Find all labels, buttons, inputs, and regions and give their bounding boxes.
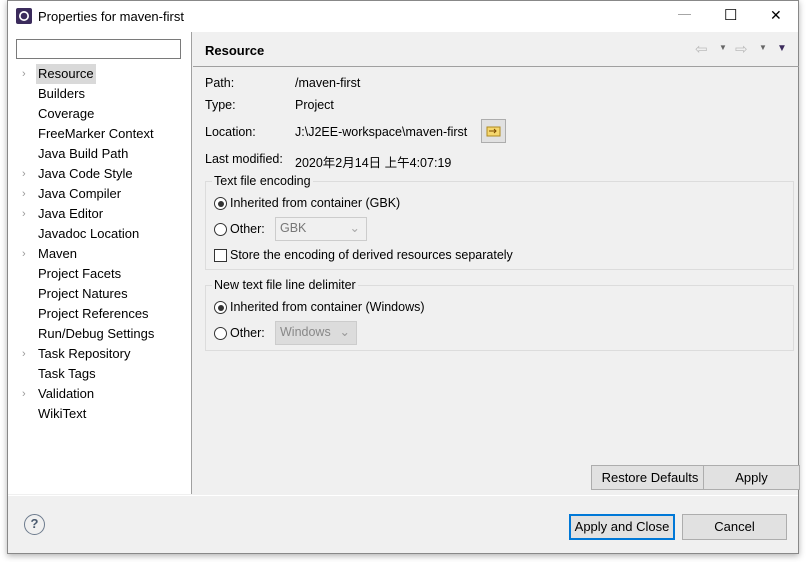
tree-item[interactable]: Coverage [36, 104, 96, 124]
view-menu-icon[interactable]: ▼ [777, 43, 787, 54]
encoding-other-radio[interactable] [214, 223, 227, 236]
encoding-other-label[interactable]: Other: [230, 222, 265, 236]
text-encoding-group: Text file encoding Inherited from contai… [205, 174, 794, 270]
expand-chevron-icon[interactable]: › [22, 384, 26, 404]
path-label: Path: [205, 76, 235, 90]
location-value: J:\J2EE-workspace\maven-first [295, 125, 468, 139]
tree-item[interactable]: Maven [36, 244, 79, 264]
expand-chevron-icon[interactable]: › [22, 244, 26, 264]
encoding-combo-value: GBK [280, 221, 307, 235]
encoding-combo[interactable]: GBK ⌄ [275, 217, 367, 241]
tree-item[interactable]: Java Code Style [36, 164, 135, 184]
preference-tree: › Resource Builders Coverage FreeMarker Cont… [8, 32, 192, 494]
delimiter-inherited-radio[interactable] [214, 301, 227, 314]
delimiter-other-radio[interactable] [214, 327, 227, 340]
expand-chevron-icon[interactable]: › [22, 64, 26, 84]
group-title: Text file encoding [212, 174, 313, 188]
type-label: Type: [205, 98, 236, 112]
filter-input[interactable] [16, 39, 181, 59]
tree-item[interactable]: Java Editor [36, 204, 105, 224]
tree-item[interactable]: Project Natures [36, 284, 130, 304]
last-modified-value: 2020年2月14日 上午4:07:19 [295, 156, 452, 170]
page-header: Resource ⇦ ▼ ⇨ ▼ ▼ [193, 32, 799, 67]
tree-item[interactable]: Task Tags [36, 364, 98, 384]
tree-item[interactable]: WikiText [36, 404, 88, 424]
apply-and-close-button[interactable]: Apply and Close [569, 514, 675, 540]
open-location-button[interactable] [481, 119, 506, 143]
tree-item[interactable]: Java Compiler [36, 184, 123, 204]
tree-item[interactable]: Validation [36, 384, 96, 404]
maximize-button[interactable]: ☐ [724, 6, 737, 24]
expand-chevron-icon[interactable]: › [22, 204, 26, 224]
apply-button[interactable]: Apply [703, 465, 800, 490]
group-title: New text file line delimiter [212, 278, 358, 292]
line-delimiter-group: New text file line delimiter Inherited f… [205, 278, 794, 351]
tree-item[interactable]: Project References [36, 304, 151, 324]
tree-item[interactable]: Project Facets [36, 264, 123, 284]
encoding-inherited-radio[interactable] [214, 197, 227, 210]
tree-item[interactable]: Javadoc Location [36, 224, 141, 244]
tree-item[interactable]: Java Build Path [36, 144, 130, 164]
chevron-down-icon: ⌄ [339, 325, 350, 339]
back-dropdown-icon[interactable]: ▼ [719, 43, 727, 52]
footer-divider [8, 495, 798, 496]
title-bar: Properties for maven-first — ☐ ✕ [8, 1, 798, 32]
eclipse-icon [16, 8, 32, 24]
tree-item[interactable]: Resource [36, 64, 96, 84]
forward-arrow-icon[interactable]: ⇨ [735, 40, 748, 58]
tree-item[interactable]: Task Repository [36, 344, 132, 364]
delimiter-combo[interactable]: Windows ⌄ [275, 321, 357, 345]
properties-dialog: Properties for maven-first — ☐ ✕ › Resour… [7, 0, 800, 554]
delimiter-combo-value: Windows [280, 325, 331, 339]
close-button[interactable]: ✕ [770, 7, 782, 24]
minimize-button[interactable]: — [678, 6, 691, 21]
path-value: /maven-first [295, 76, 361, 90]
type-value: Project [295, 98, 334, 112]
back-arrow-icon[interactable]: ⇦ [695, 40, 708, 58]
expand-chevron-icon[interactable]: › [22, 164, 26, 184]
restore-defaults-button[interactable]: Restore Defaults [591, 465, 709, 490]
expand-chevron-icon[interactable]: › [22, 184, 26, 204]
expand-chevron-icon[interactable]: › [22, 344, 26, 364]
chevron-down-icon: ⌄ [349, 221, 360, 235]
help-icon[interactable]: ? [24, 514, 45, 535]
window-title: Properties for maven-first [38, 9, 184, 24]
last-modified-label: Last modified: [205, 152, 283, 166]
encoding-inherited-label[interactable]: Inherited from container (GBK) [230, 196, 400, 210]
tree-item[interactable]: FreeMarker Context [36, 124, 156, 144]
tree-item[interactable]: Run/Debug Settings [36, 324, 156, 344]
store-derived-label[interactable]: Store the encoding of derived resources … [230, 248, 513, 262]
delimiter-other-label[interactable]: Other: [230, 326, 265, 340]
location-label: Location: [205, 125, 256, 139]
show-in-explorer-icon [486, 126, 501, 137]
tree-item[interactable]: Builders [36, 84, 87, 104]
store-derived-checkbox[interactable] [214, 249, 227, 262]
delimiter-inherited-label[interactable]: Inherited from container (Windows) [230, 300, 425, 314]
page-title: Resource [205, 43, 265, 58]
forward-dropdown-icon[interactable]: ▼ [759, 43, 767, 52]
cancel-button[interactable]: Cancel [682, 514, 787, 540]
